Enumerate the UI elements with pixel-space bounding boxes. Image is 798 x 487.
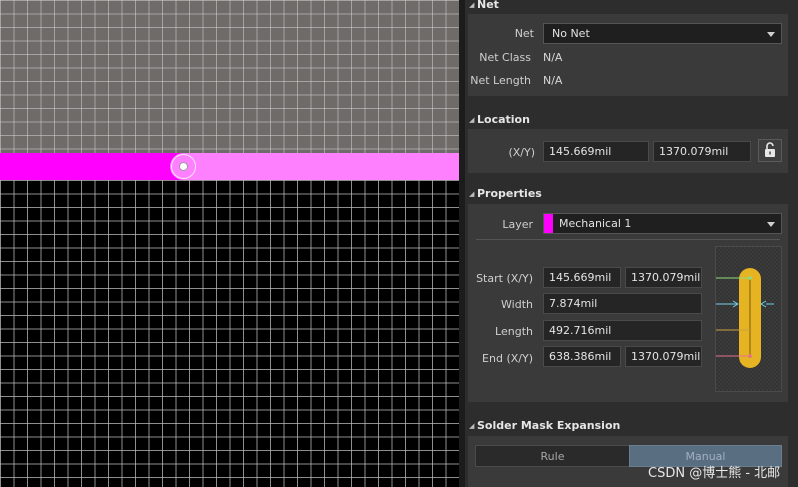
net-section-body: Net No Net Net Class N/A Net Length N/A [468,14,788,96]
properties-section-body: Layer Mechanical 1 Start (X/Y) 145.669mi… [468,204,788,402]
net-section-header[interactable]: ◢ Net [465,0,798,15]
net-dropdown[interactable]: No Net [543,23,782,44]
track-selected-segment[interactable] [0,153,184,180]
track-diagram-graphic [704,268,774,368]
width-label: Width [501,298,533,311]
end-x-input[interactable]: 638.386mil [543,346,621,367]
collapse-triangle-icon: ◢ [469,190,475,198]
net-section-title: Net [477,0,499,11]
properties-separator [476,239,780,240]
location-section-header[interactable]: ◢ Location [465,110,798,130]
chevron-down-icon [767,222,775,227]
unlock-icon [765,142,775,157]
length-input[interactable]: 492.716mil [543,320,702,341]
pcb-canvas[interactable] [0,0,459,487]
watermark-text: CSDN @博士熊 - 北邮 [648,466,781,481]
end-y-input[interactable]: 1370.079mil [625,346,702,367]
start-y-input[interactable]: 1370.079mil [625,267,702,288]
net-class-value: N/A [543,51,563,64]
location-section-title: Location [477,113,530,126]
lock-button[interactable] [758,139,782,162]
layer-dropdown-value: Mechanical 1 [559,217,632,230]
grid-area-upper [0,0,459,154]
chevron-down-icon [767,32,775,37]
length-label: Length [495,325,533,338]
location-section-body: (X/Y) 145.669mil 1370.079mil [468,129,788,173]
net-dropdown-value: No Net [552,27,590,40]
collapse-triangle-icon: ◢ [469,422,475,430]
track-vertex-handle[interactable] [179,162,188,171]
start-x-input[interactable]: 145.669mil [543,267,621,288]
track-geometry-diagram [704,246,782,392]
width-input[interactable]: 7.874mil [543,293,702,314]
net-class-label: Net Class [479,51,531,64]
properties-panel: ◢ Net Net No Net Net Class N/A Net Lengt… [465,0,798,487]
layer-label: Layer [502,218,533,231]
end-xy-label: End (X/Y) [482,352,533,365]
solder-mask-section-header[interactable]: ◢ Solder Mask Expansion [465,416,798,436]
collapse-triangle-icon: ◢ [469,116,475,124]
location-xy-label: (X/Y) [508,146,535,159]
location-x-input[interactable]: 145.669mil [543,141,649,162]
net-label: Net [514,27,534,40]
layer-dropdown[interactable]: Mechanical 1 [543,213,782,234]
grid-area-lower [0,180,459,487]
start-xy-label: Start (X/Y) [476,272,533,285]
net-length-value: N/A [543,74,563,87]
layer-color-swatch [544,214,553,233]
properties-section-header[interactable]: ◢ Properties [465,184,798,204]
location-y-input[interactable]: 1370.079mil [653,141,751,162]
properties-section-title: Properties [477,187,542,200]
rule-toggle-button[interactable]: Rule [475,445,630,467]
track-highlight-segment[interactable] [170,153,459,180]
net-length-label: Net Length [470,74,531,87]
collapse-triangle-icon: ◢ [469,1,475,9]
solder-mask-section-title: Solder Mask Expansion [477,419,621,432]
